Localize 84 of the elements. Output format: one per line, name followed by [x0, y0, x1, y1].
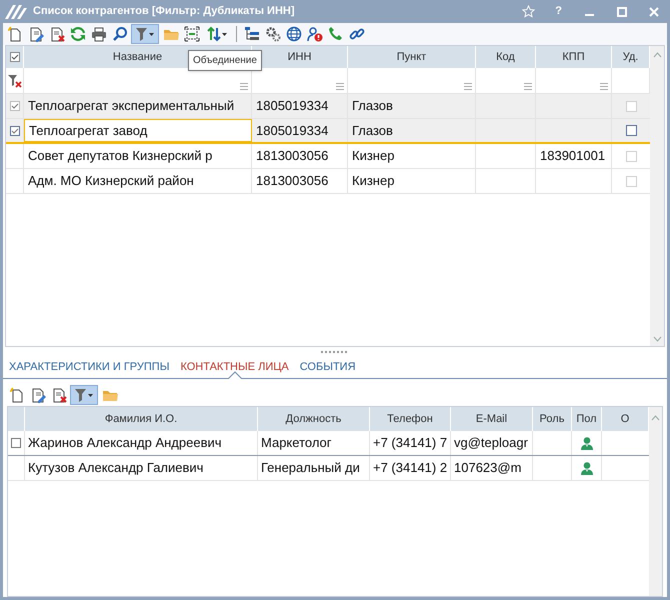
table-cell-text: Теплоагрегат завод — [29, 122, 148, 140]
column-header[interactable]: Название — [112, 48, 162, 66]
new-document-icon — [6, 26, 22, 42]
table-cell-text: vg@teploagr — [454, 434, 528, 452]
column-header[interactable]: Роль — [540, 410, 564, 428]
link-icon — [348, 26, 364, 42]
select-all-checkbox[interactable] — [10, 52, 20, 62]
phone-icon — [328, 26, 344, 42]
table-cell-text: Кизнер — [352, 147, 394, 166]
column-header[interactable]: ИНН — [288, 48, 312, 66]
column-header[interactable]: Пункт — [396, 48, 426, 66]
edit-document-icon — [30, 387, 46, 403]
close-icon[interactable] — [649, 6, 659, 16]
table-cell-text: 183901001 — [540, 147, 606, 166]
printer-icon — [90, 26, 106, 42]
filter-button[interactable] — [70, 385, 98, 405]
table-cell-text: 1805019334 — [256, 97, 328, 116]
row-checkbox[interactable] — [11, 438, 21, 448]
row-checkbox[interactable] — [10, 126, 20, 136]
scroll-down-icon[interactable] — [652, 336, 662, 342]
column-header[interactable]: Уд. — [622, 48, 638, 66]
sort-arrows-icon — [207, 26, 227, 42]
row-checkbox[interactable] — [10, 101, 20, 111]
table-cell-text: 1813003056 — [256, 172, 328, 190]
column-menu-icon[interactable] — [464, 83, 472, 90]
table-cell-text: Теплоагрегат экспериментальный — [28, 97, 234, 116]
deleted-checkbox[interactable] — [626, 125, 636, 136]
tooltip: Объединение — [188, 50, 262, 71]
search-icon — [112, 26, 128, 42]
star-icon[interactable] — [522, 5, 536, 18]
table-cell-text: Кутузов Александр Галиевич — [28, 459, 204, 478]
column-header[interactable]: Фамилия И.О. — [104, 410, 178, 428]
tab[interactable]: КОНТАКТНЫЕ ЛИЦА — [180, 357, 289, 378]
window-title: Список контрагентов [Фильтр: Дубликаты ИНН] — [33, 4, 295, 20]
table-cell-text: Совет депутатов Кизнерский р — [28, 147, 212, 166]
maximize-icon[interactable] — [617, 6, 627, 16]
tab[interactable]: СОБЫТИЯ — [300, 357, 356, 378]
column-header[interactable]: Телефон — [387, 410, 433, 428]
column-menu-icon[interactable] — [336, 83, 344, 90]
app-logo-icon — [5, 4, 27, 18]
toolbar-button[interactable] — [284, 24, 303, 44]
table-cell-text: Адм. МО Кизнерский район — [28, 172, 194, 190]
table-cell-text: Глазов — [352, 122, 393, 140]
column-header[interactable]: E-Mail — [476, 410, 508, 428]
column-menu-icon[interactable] — [240, 83, 248, 90]
table-cell-text: Маркетолог — [261, 434, 332, 452]
column-menu-icon[interactable] — [524, 83, 532, 90]
table-cell-text: +7 (34141) 2 — [373, 459, 448, 478]
person-icon — [580, 461, 594, 475]
column-header[interactable]: КПП — [562, 48, 585, 66]
table-cell-text: 1805019334 — [256, 122, 328, 140]
column-header[interactable]: Код — [496, 48, 515, 66]
list-tree-icon — [244, 26, 260, 42]
clear-filter-icon[interactable] — [8, 74, 22, 88]
delete-document-icon — [50, 387, 66, 403]
column-header[interactable]: О — [620, 410, 630, 428]
person-warning-icon — [306, 26, 322, 42]
filter-button[interactable] — [131, 24, 159, 44]
table-cell-text: 1813003056 — [256, 147, 328, 166]
table-cell-text: Генеральный ди — [261, 459, 360, 478]
table-cell-text: +7 (34141) 7 — [373, 434, 448, 452]
table-cell-text: Глазов — [352, 97, 393, 116]
table-cell-text: Жаринов Александр Андреевич — [28, 434, 222, 452]
scrollbar[interactable] — [650, 46, 664, 346]
tab[interactable]: ХАРАКТЕРИСТИКИ И ГРУППЫ — [9, 357, 170, 378]
merge-frame-icon — [184, 26, 200, 42]
refresh-icon — [70, 26, 86, 42]
new-document-icon — [8, 387, 24, 403]
scroll-up-icon[interactable] — [652, 52, 662, 58]
scroll-up-icon[interactable] — [651, 415, 660, 421]
table-cell-text: 107623@m — [454, 459, 522, 478]
toolbar-button[interactable] — [182, 24, 201, 44]
gears-icon — [264, 26, 280, 42]
filter-icon — [135, 26, 155, 42]
delete-document-icon — [48, 26, 64, 42]
filter-icon — [74, 387, 94, 403]
person-icon — [580, 436, 594, 450]
table-cell-text: Кизнер — [352, 172, 394, 190]
scrollbar[interactable] — [649, 407, 662, 596]
column-header[interactable]: Должность — [286, 410, 342, 428]
column-menu-icon[interactable] — [600, 83, 608, 90]
edit-document-icon — [28, 26, 44, 42]
globe-icon — [286, 26, 302, 42]
column-header[interactable]: Пол — [576, 410, 597, 428]
